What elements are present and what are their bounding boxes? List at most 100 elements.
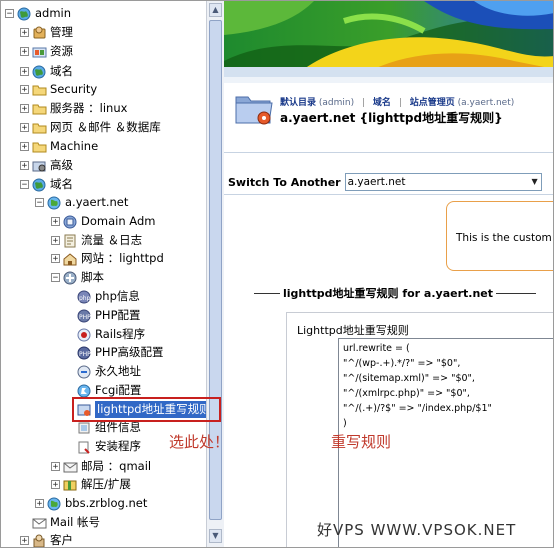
domain-admin-icon (63, 215, 78, 229)
tree-spacer (65, 367, 74, 376)
expand-icon[interactable]: + (20, 123, 29, 133)
tree-item[interactable]: php php信息 (65, 288, 140, 305)
breadcrumb-home-user: (admin) (318, 98, 355, 108)
expand-icon[interactable]: + (20, 104, 29, 114)
tree-item-label: PHP配置 (95, 308, 141, 322)
tree-item-label: Security (50, 82, 98, 96)
tree-item-label: admin (35, 6, 72, 20)
tree-item-label: 高级 (50, 158, 73, 172)
breadcrumb-separator: | (362, 98, 366, 108)
rule-line: ) (343, 418, 347, 429)
tree-item[interactable]: PHP PHP高级配置 (65, 344, 164, 361)
breadcrumb-site-admin-link[interactable]: 站点管理页 (410, 98, 455, 108)
collapse-icon[interactable]: − (35, 198, 44, 208)
tree-item-label: 资源 (50, 44, 73, 58)
rule-line: "^/(wp-.+).*/?" => "$0", (343, 358, 461, 369)
folder-icon (32, 140, 47, 154)
tree-spacer (65, 292, 74, 301)
tree-spacer (20, 518, 29, 527)
advanced-icon (32, 159, 47, 173)
tree-item[interactable]: + 解压/扩展 (51, 476, 131, 493)
tree-item[interactable]: − 域名 (20, 176, 73, 193)
tree-item-label: 域名 (50, 177, 73, 191)
breadcrumb-separator: | (398, 98, 402, 108)
tree-item[interactable]: + 客户 (20, 532, 73, 547)
breadcrumb-site-admin-domain: (a.yaert.net) (457, 98, 515, 108)
info-box: This is the custom lig (446, 201, 553, 271)
expand-icon[interactable]: + (20, 28, 29, 38)
tree-item-label: Machine (50, 139, 99, 153)
scroll-down-arrow-icon[interactable]: ▼ (209, 529, 222, 543)
tree-scrollbar[interactable]: ▲ ▼ (206, 1, 224, 547)
title-rule-left (254, 292, 280, 294)
tree-item[interactable]: Mail 帐号 (20, 514, 100, 531)
highlight-box (72, 397, 221, 422)
expand-icon[interactable]: + (20, 85, 29, 95)
tree-item[interactable]: + bbs.zrblog.net (35, 495, 147, 512)
rails-icon (77, 328, 92, 342)
tree-item[interactable]: + 高级 (20, 157, 73, 174)
tree-item[interactable]: + 网站 ：lighttpd (51, 250, 164, 267)
svg-text:php: php (79, 295, 91, 302)
tree-item[interactable]: − 脚本 (51, 269, 104, 286)
manage-icon (32, 26, 47, 40)
tree-item[interactable]: + Machine (20, 138, 98, 155)
tree-item[interactable]: + 流量 ＆日志 (51, 232, 142, 249)
expand-icon[interactable]: + (20, 536, 29, 546)
tree-item[interactable]: − a.yaert.net (35, 194, 128, 211)
permalink-icon (77, 365, 92, 379)
rule-line: "^/(xmlrpc.php)" => "$0", (343, 388, 470, 399)
switch-domain-row: Switch To Another a.yaert.net ▼ (228, 173, 542, 191)
collapse-icon[interactable]: − (5, 9, 14, 19)
expand-icon[interactable]: + (51, 217, 60, 227)
breadcrumb-home-link[interactable]: 默认目录 (280, 98, 316, 108)
tree-item[interactable]: + 服务器 ：linux (20, 100, 127, 117)
tree-spacer (65, 442, 74, 451)
tree-item[interactable]: 安装程序 (65, 438, 141, 455)
tree-item-label: 管理 (50, 25, 73, 39)
collapse-icon[interactable]: − (51, 273, 60, 283)
expand-icon[interactable]: + (20, 161, 29, 171)
header-banner-image (224, 1, 553, 69)
expand-icon[interactable]: + (51, 236, 60, 246)
tree-spacer (65, 348, 74, 357)
tree-item-label: a.yaert.net (65, 195, 129, 209)
page-title: a.yaert.net {lighttpd地址重写规则} (280, 111, 503, 125)
tree-item[interactable]: + Domain Adm (51, 213, 155, 230)
expand-icon[interactable]: + (51, 480, 60, 490)
tree-item-label: PHP高级配置 (95, 345, 164, 359)
divider (224, 152, 553, 153)
tree-item[interactable]: + 邮局 ：qmail (51, 458, 151, 475)
breadcrumb-domain-link[interactable]: 域名 (373, 98, 391, 108)
scroll-up-arrow-icon[interactable]: ▲ (209, 3, 222, 17)
expand-icon[interactable]: + (35, 499, 44, 509)
tree-item-label: 域名 (50, 64, 73, 78)
tree-item-label: php信息 (95, 289, 140, 303)
domain-select[interactable]: a.yaert.net ▼ (344, 173, 542, 191)
tree-item[interactable]: + 管理 (20, 24, 73, 41)
tree-item[interactable]: PHP PHP配置 (65, 307, 141, 324)
tree-item-label: Mail 帐号 (50, 515, 101, 529)
expand-icon[interactable]: + (20, 47, 29, 57)
collapse-icon[interactable]: − (20, 180, 29, 190)
expand-icon[interactable]: + (51, 462, 60, 472)
tree-item[interactable]: Rails程序 (65, 326, 145, 343)
header-subband (224, 77, 553, 83)
tree-item-label: 邮局 ：qmail (81, 459, 152, 473)
expand-icon[interactable]: + (20, 142, 29, 152)
tree-item[interactable]: + 网页 ＆邮件 ＆数据库 (20, 119, 161, 136)
expand-icon[interactable]: + (51, 254, 60, 264)
tree-item[interactable]: + 域名 (20, 63, 73, 80)
svg-text:PHP: PHP (79, 314, 91, 321)
resource-icon (32, 45, 47, 59)
tree-item-label: 安装程序 (95, 439, 141, 453)
chevron-down-icon[interactable]: ▼ (531, 174, 537, 190)
client-icon (32, 534, 47, 547)
tree-item[interactable]: + Security (20, 81, 97, 98)
tree-item-label: 服务器 ：linux (50, 101, 128, 115)
tree-item[interactable]: + 资源 (20, 43, 73, 60)
divider (224, 194, 553, 195)
expand-icon[interactable]: + (20, 67, 29, 77)
tree-item[interactable]: − admin (5, 5, 71, 22)
tree-item[interactable]: 永久地址 (65, 363, 141, 380)
